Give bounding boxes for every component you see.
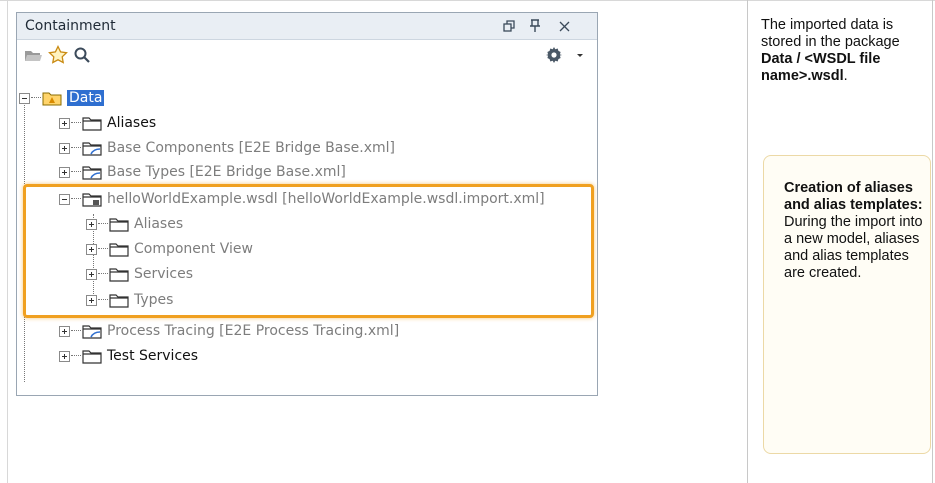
- left-rule: [7, 0, 8, 483]
- highlight-box: [23, 184, 594, 318]
- tree-node-data[interactable]: Data: [19, 87, 105, 109]
- expand-toggle[interactable]: [59, 166, 70, 178]
- tree-node-process-tracing[interactable]: Process Tracing [E2E Process Tracing.xml…: [59, 320, 399, 342]
- tree-label: Aliases: [107, 115, 157, 131]
- expand-toggle[interactable]: [59, 350, 70, 362]
- star-icon[interactable]: [47, 44, 69, 66]
- collapse-toggle[interactable]: [19, 92, 30, 104]
- shared-package-icon: [82, 323, 102, 339]
- side-description: The imported data is stored in the packa…: [761, 17, 931, 85]
- tree-label: Process Tracing [E2E Process Tracing.xml…: [107, 323, 400, 339]
- column-divider: [747, 0, 748, 483]
- note-body: Creation of aliases and alias templates:…: [784, 180, 924, 282]
- side-intro-bold: Data / <WSDL file name>.wsdl: [761, 51, 881, 84]
- tree-node-aliases[interactable]: Aliases: [59, 112, 156, 134]
- folder-icon: [82, 115, 102, 131]
- tree-label: Base Components [E2E Bridge Base.xml]: [107, 140, 395, 156]
- panel-toolbar: [17, 40, 597, 72]
- expand-toggle[interactable]: [59, 142, 70, 154]
- tree-label: Test Services: [107, 348, 199, 364]
- note-text: During the import into a new model, alia…: [784, 214, 923, 281]
- package-icon: [42, 90, 62, 106]
- close-icon[interactable]: [554, 16, 574, 36]
- dropdown-arrow-icon[interactable]: [569, 44, 591, 66]
- open-folder-icon[interactable]: [23, 44, 45, 66]
- side-intro-end: .: [843, 68, 848, 84]
- restore-icon[interactable]: [499, 16, 519, 36]
- top-rule: [0, 0, 935, 1]
- expand-toggle[interactable]: [59, 117, 70, 129]
- tree-label: Data: [67, 90, 105, 106]
- panel-titlebar: Containment: [17, 13, 597, 40]
- note-panel: Creation of aliases and alias templates:…: [763, 155, 931, 454]
- panel-title: Containment: [25, 18, 116, 34]
- tree-node-test-services[interactable]: Test Services: [59, 345, 198, 367]
- gear-icon[interactable]: [543, 44, 565, 66]
- tree-label: Base Types [E2E Bridge Base.xml]: [107, 164, 346, 180]
- right-rule: [932, 0, 933, 483]
- shared-package-icon: [82, 140, 102, 156]
- expand-toggle[interactable]: [59, 325, 70, 337]
- search-icon[interactable]: [71, 44, 93, 66]
- tree-node-base-types[interactable]: Base Types [E2E Bridge Base.xml]: [59, 161, 346, 183]
- tree-node-base-components[interactable]: Base Components [E2E Bridge Base.xml]: [59, 137, 395, 159]
- note-title: Creation of aliases and alias templates:: [784, 180, 923, 213]
- folder-icon: [82, 348, 102, 364]
- pin-icon[interactable]: [525, 16, 545, 36]
- side-intro: The imported data is stored in the packa…: [761, 17, 900, 50]
- shared-package-icon: [82, 164, 102, 180]
